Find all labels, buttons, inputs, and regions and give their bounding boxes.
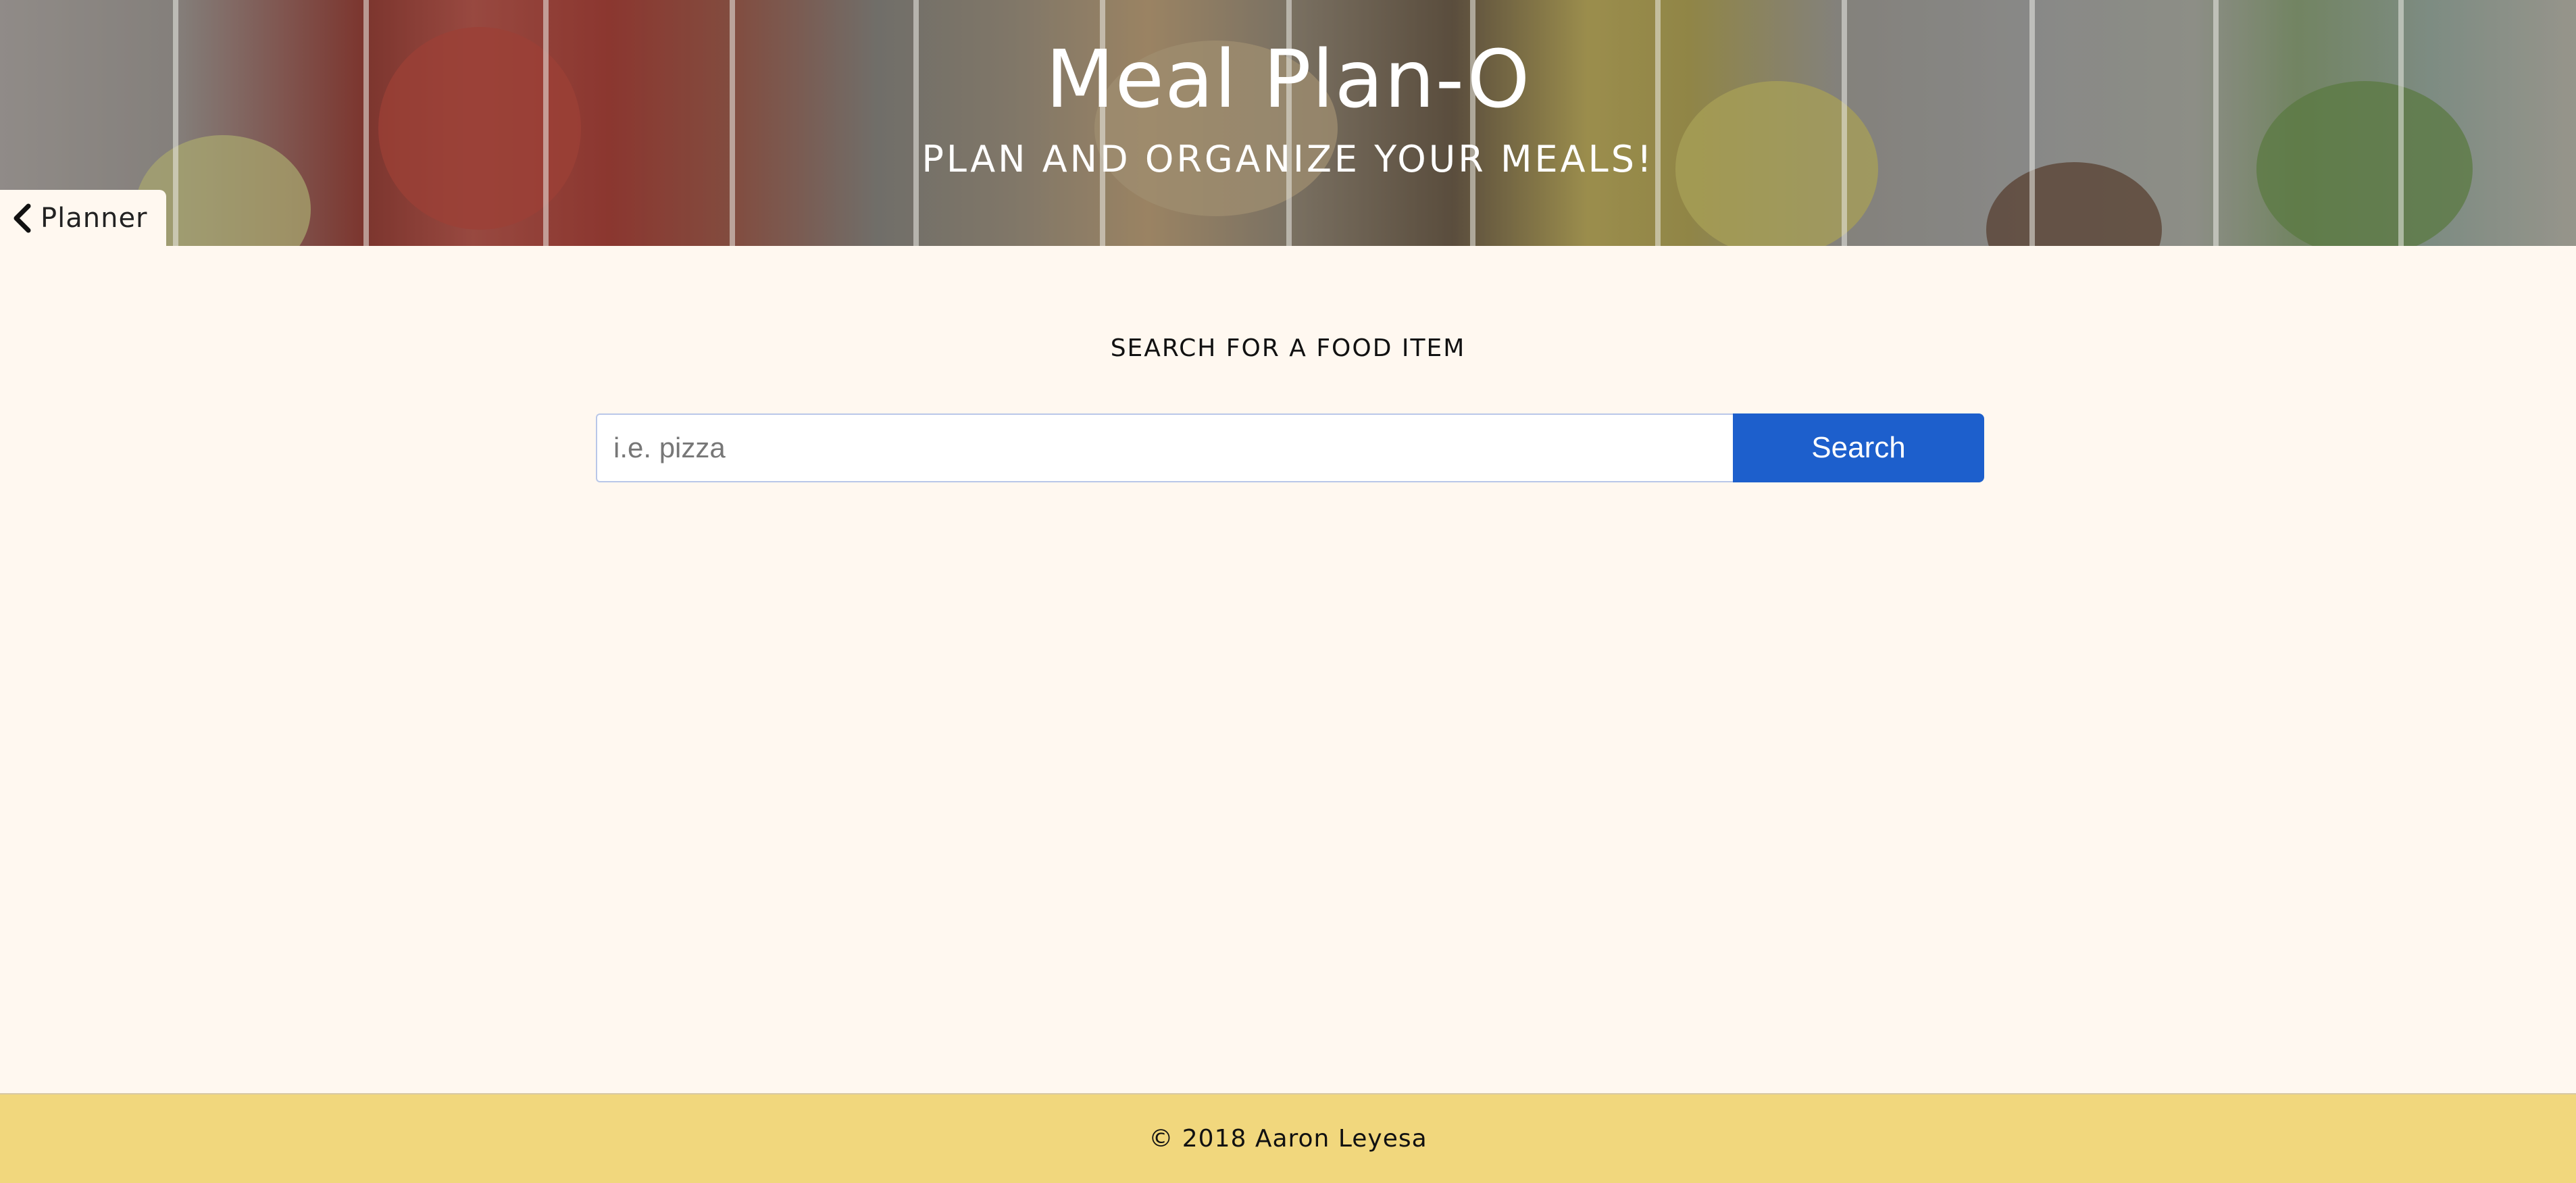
search-input[interactable] [596,413,1733,482]
search-button[interactable]: Search [1733,413,1984,482]
chevron-left-icon [14,203,31,233]
site-subtitle: PLAN AND ORGANIZE YOUR MEALS! [921,138,1655,180]
search-form: Search [596,413,1984,482]
search-heading: SEARCH FOR A FOOD ITEM [1110,334,1466,362]
page: Meal Plan-O PLAN AND ORGANIZE YOUR MEALS… [0,0,2576,1183]
back-link-label: Planner [41,203,148,234]
back-to-planner-link[interactable]: Planner [0,190,166,247]
header-banner: Meal Plan-O PLAN AND ORGANIZE YOUR MEALS… [0,0,2576,246]
footer-copyright: © 2018 Aaron Leyesa [1148,1125,1428,1153]
footer: © 2018 Aaron Leyesa [0,1093,2576,1183]
site-title: Meal Plan-O [1045,32,1531,126]
